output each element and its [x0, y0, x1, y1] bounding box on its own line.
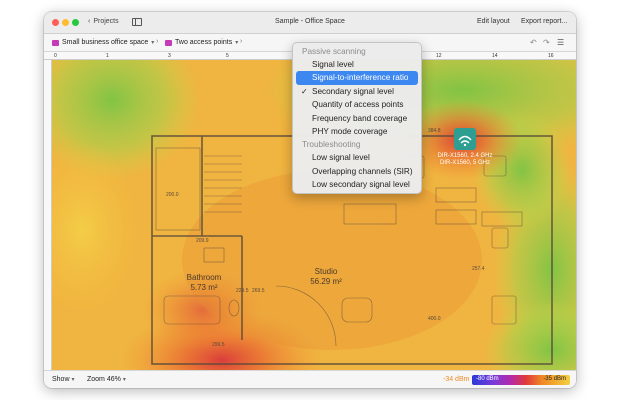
- breadcrumb-separator-icon: ›: [240, 38, 243, 45]
- chevron-down-icon: ▾: [71, 377, 75, 383]
- checkmark-icon: ✓: [301, 86, 308, 96]
- ruler-tick: 16: [548, 53, 554, 59]
- back-to-projects-button[interactable]: ‹ Projects: [88, 18, 119, 25]
- access-point-label: DIR-X1560, 2.4 GHz: [437, 153, 492, 159]
- dimension-label: 269.5: [252, 288, 265, 294]
- status-bar: Show ▾ Zoom 46% ▾ -34 dBm -80 dBm -35 dB…: [44, 370, 576, 388]
- dimension-label: 400.0: [428, 316, 441, 322]
- title-bar: ‹ Projects Sample - Office Space Edit la…: [44, 12, 576, 34]
- ruler-tick: 1: [106, 53, 109, 59]
- sidebar-toggle-icon[interactable]: [132, 18, 142, 26]
- menu-item-low-secondary-signal-level[interactable]: Low secondary signal level: [296, 178, 418, 191]
- menu-item-quantity-of-access-points[interactable]: Quantity of access points: [296, 98, 418, 111]
- ruler-tick: 0: [54, 53, 57, 59]
- menu-item-secondary-signal-level[interactable]: ✓ Secondary signal level: [296, 85, 418, 98]
- menu-item-signal-to-interference-ratio[interactable]: Signal-to-interference ratio: [296, 71, 418, 85]
- legend-min-label: -80 dBm: [476, 376, 499, 382]
- project-icon: [52, 39, 59, 46]
- menu-item-overlapping-channels[interactable]: Overlapping channels (SIR): [296, 165, 418, 178]
- access-point-marker[interactable]: [454, 128, 476, 150]
- vertical-ruler: [44, 60, 52, 370]
- dimension-label: 229.5: [236, 288, 249, 294]
- visualization-menu: Passive scanning Signal level Signal-to-…: [292, 42, 422, 194]
- signal-legend-bar: -80 dBm -35 dBm: [472, 375, 570, 385]
- chevron-down-icon: ▾: [151, 40, 155, 46]
- undo-icon[interactable]: ↶: [530, 38, 537, 47]
- menu-section-header: Troubleshooting: [302, 140, 361, 150]
- room-area: 5.73 m²: [190, 283, 217, 292]
- access-point-label: DIR-X1560, 5 GHz: [440, 160, 490, 166]
- minimize-window-button[interactable]: [62, 19, 69, 26]
- breadcrumb-separator-icon: ›: [156, 38, 159, 45]
- legend-current-value: -34 dBm: [443, 376, 470, 383]
- chevron-down-icon: ▾: [235, 40, 239, 46]
- floor-selector[interactable]: Two access points ▾: [165, 39, 238, 46]
- ruler-tick: 3: [168, 53, 171, 59]
- menu-section-header: Passive scanning: [302, 47, 366, 56]
- dimension-label: 299.5: [212, 342, 225, 348]
- chevron-left-icon: ‹: [88, 18, 91, 25]
- dimension-label: 384.8: [428, 128, 441, 134]
- export-report-button[interactable]: Export report...: [521, 18, 567, 25]
- project-selector[interactable]: Small business office space ▾: [52, 39, 154, 46]
- ruler-tick: 12: [436, 53, 442, 59]
- zoom-window-button[interactable]: [72, 19, 79, 26]
- chevron-down-icon: ▾: [122, 377, 126, 383]
- menu-item-phy-mode-coverage[interactable]: PHY mode coverage: [296, 125, 418, 138]
- ruler-tick: 5: [226, 53, 229, 59]
- edit-layout-button[interactable]: Edit layout: [477, 18, 510, 25]
- adjust-settings-icon[interactable]: ☰: [557, 38, 564, 47]
- floor-icon: [165, 39, 172, 46]
- room-area: 56.29 m²: [310, 277, 342, 286]
- room-name: Studio: [315, 267, 338, 276]
- app-window: ‹ Projects Sample - Office Space Edit la…: [44, 12, 576, 388]
- zoom-dropdown[interactable]: Zoom 46% ▾: [87, 376, 126, 383]
- dimension-label: 209.9: [196, 238, 209, 244]
- menu-item-signal-level[interactable]: Signal level: [296, 58, 418, 71]
- show-dropdown[interactable]: Show ▾: [52, 376, 75, 383]
- redo-icon[interactable]: ↷: [543, 38, 550, 47]
- ruler-tick: 14: [492, 53, 498, 59]
- close-window-button[interactable]: [52, 19, 59, 26]
- dimension-label: 257.4: [472, 266, 485, 272]
- menu-item-low-signal-level[interactable]: Low signal level: [296, 151, 418, 164]
- dimension-label: 200.0: [166, 192, 179, 198]
- legend-max-label: -35 dBm: [543, 376, 566, 382]
- room-name: Bathroom: [187, 273, 222, 282]
- menu-item-frequency-band-coverage[interactable]: Frequency band coverage: [296, 112, 418, 125]
